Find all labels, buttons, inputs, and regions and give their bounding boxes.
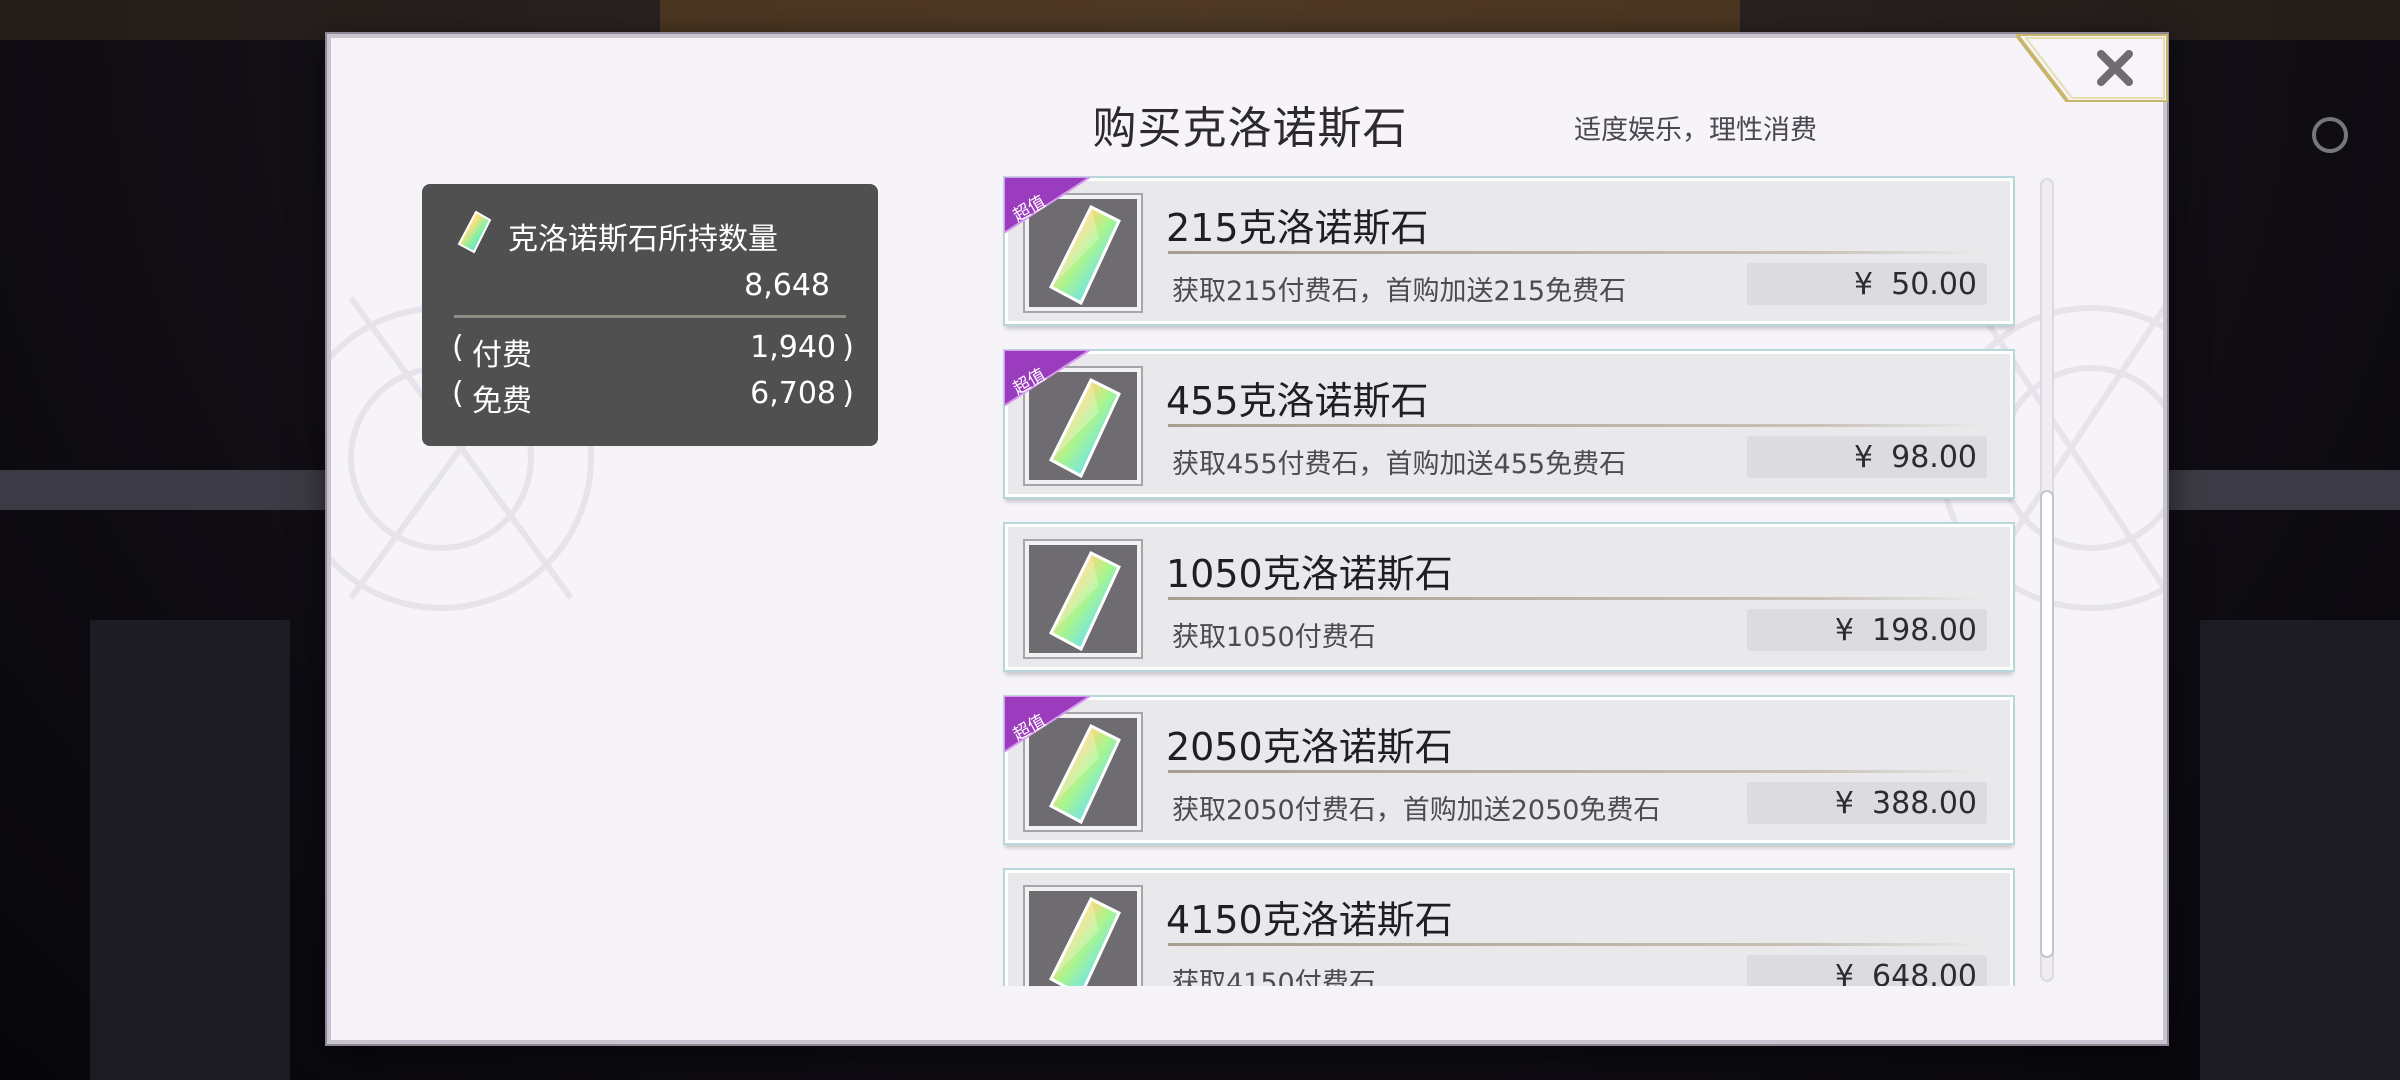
product-item[interactable]: 4150克洛诺斯石 获取4150付费石 ¥ 648.00 — [1005, 870, 2013, 986]
free-close-paren: ) — [842, 376, 854, 411]
product-description: 获取1050付费石 — [1172, 622, 1376, 653]
free-row: ( 免费 6,708 ) — [452, 376, 854, 419]
product-name: 4150克洛诺斯石 — [1166, 898, 1453, 942]
chronos-stone-icon — [457, 210, 492, 254]
currency-symbol: ¥ — [1834, 785, 1855, 821]
scrollbar-thumb[interactable] — [2040, 490, 2054, 958]
product-name: 455克洛诺斯石 — [1166, 379, 1429, 423]
price-value: 98.00 — [1891, 439, 1977, 475]
product-item[interactable]: 超值 215克洛诺斯石 获取215付费石，首购加送215免费石 ¥ 50.00 — [1004, 177, 2013, 324]
product-thumbnail — [1025, 541, 1141, 657]
paid-close-paren: ) — [842, 330, 854, 365]
product-divider — [1168, 251, 1978, 254]
ribbon-badge: 超值 — [1004, 350, 1090, 406]
product-list[interactable]: 超值 215克洛诺斯石 获取215付费石，首购加送215免费石 ¥ 50.00 — [1000, 174, 2030, 986]
price-value: 50.00 — [1891, 266, 1977, 302]
product-description: 获取215付费石，首购加送215免费石 — [1172, 276, 1627, 307]
product-divider — [1168, 597, 1978, 600]
price-button[interactable]: ¥ 648.00 — [1747, 955, 1987, 986]
product-description: 获取2050付费石，首购加送2050免费石 — [1172, 795, 1661, 826]
product-thumbnail — [1025, 887, 1141, 986]
product-name: 215克洛诺斯石 — [1166, 206, 1429, 250]
close-button[interactable] — [2016, 34, 2168, 102]
product-name: 1050克洛诺斯石 — [1166, 552, 1453, 596]
product-name: 2050克洛诺斯石 — [1166, 725, 1453, 769]
product-divider — [1168, 943, 1978, 946]
price-button[interactable]: ¥ 98.00 — [1747, 436, 1987, 478]
product-divider — [1168, 424, 1978, 427]
paid-label: 付费 — [472, 338, 532, 373]
free-open-paren: ( — [452, 376, 464, 411]
product-description: 获取455付费石，首购加送455免费石 — [1172, 449, 1627, 480]
product-divider — [1168, 770, 1978, 773]
currency-symbol: ¥ — [1854, 266, 1874, 302]
product-description: 获取4150付费石 — [1172, 968, 1376, 986]
balance-divider — [454, 315, 846, 318]
price-button[interactable]: ¥ 388.00 — [1747, 782, 1987, 824]
currency-symbol: ¥ — [1854, 439, 1874, 475]
currency-symbol: ¥ — [1834, 958, 1855, 987]
product-item[interactable]: 1050克洛诺斯石 获取1050付费石 ¥ 198.00 — [1005, 524, 2013, 670]
product-item[interactable]: 超值 455克洛诺斯石 获取455付费石，首购加送455免费石 ¥ 98.00 — [1004, 350, 2013, 497]
price-value: 388.00 — [1872, 785, 1977, 821]
chronos-stone-icon — [1049, 550, 1121, 652]
dialog-title: 购买克洛诺斯石 — [1092, 103, 1408, 154]
price-value: 648.00 — [1872, 958, 1977, 987]
balance-label: 克洛诺斯石所持数量 — [508, 222, 778, 257]
dialog-subtitle: 适度娱乐，理性消费 — [1574, 115, 1817, 146]
product-item[interactable]: 超值 2050克洛诺斯石 获取2050付费石，首购加送2050免费石 ¥ 388… — [1004, 696, 2013, 843]
price-button[interactable]: ¥ 50.00 — [1747, 263, 1987, 305]
ribbon-badge: 超值 — [1004, 177, 1090, 233]
free-label: 免费 — [472, 384, 532, 419]
balance-panel: 克洛诺斯石所持数量 8,648 ( 付费 1,940 ) ( 免费 6,708 … — [422, 184, 878, 446]
paid-row: ( 付费 1,940 ) — [452, 330, 854, 373]
close-icon — [2097, 50, 2133, 86]
ribbon-badge: 超值 — [1004, 696, 1090, 752]
paid-value: 1,940 — [750, 330, 836, 365]
currency-symbol: ¥ — [1834, 612, 1855, 648]
price-value: 198.00 — [1872, 612, 1977, 648]
balance-total: 8,648 — [744, 268, 830, 303]
chronos-stone-icon — [1049, 896, 1121, 986]
free-value: 6,708 — [750, 376, 836, 411]
paid-open-paren: ( — [452, 330, 464, 365]
price-button[interactable]: ¥ 198.00 — [1747, 609, 1987, 651]
